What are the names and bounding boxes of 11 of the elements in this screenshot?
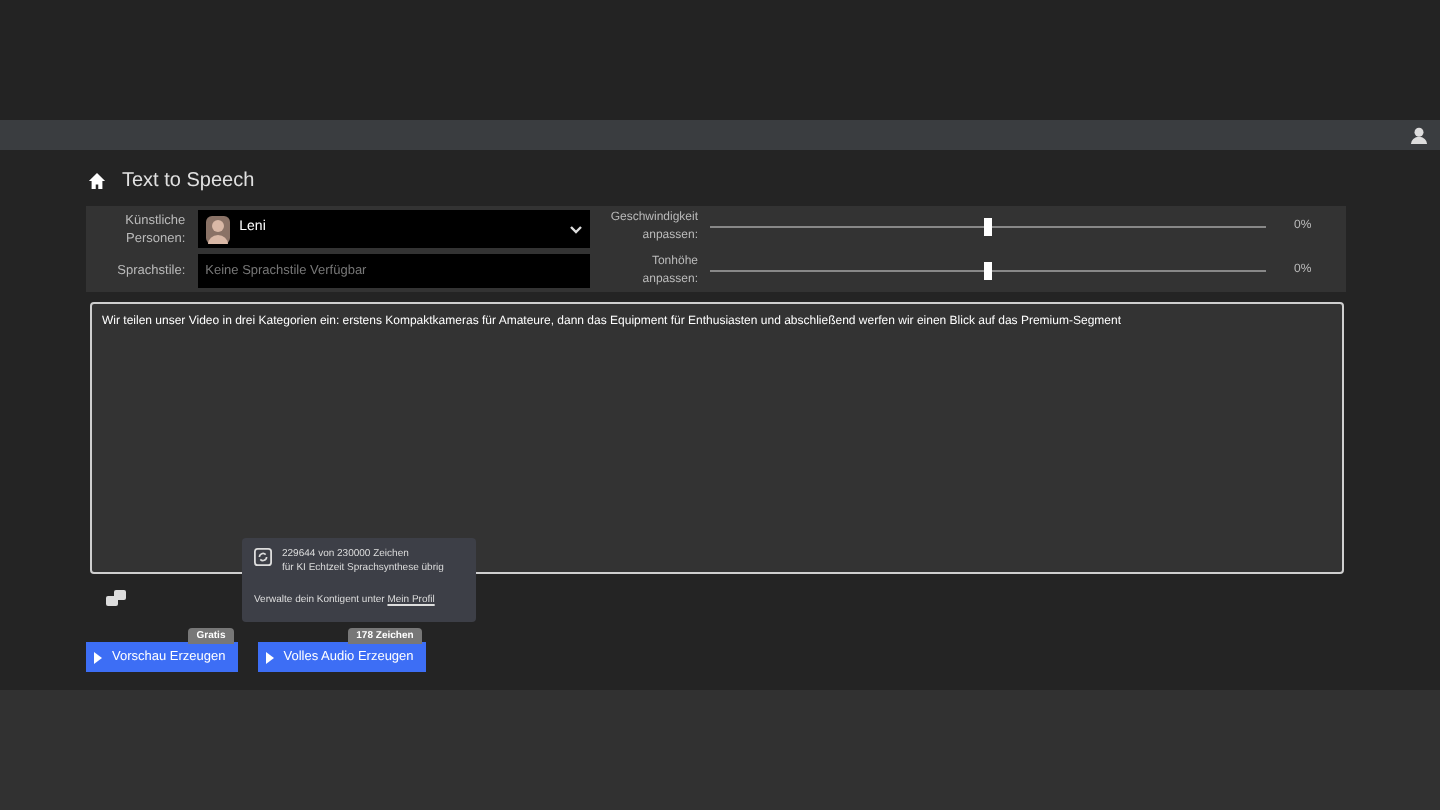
avatar-icon: [205, 215, 230, 243]
slider-thumb[interactable]: [984, 262, 992, 280]
page-title: Text to Speech: [122, 167, 255, 195]
play-icon: [94, 651, 102, 663]
play-icon: [265, 651, 274, 663]
chat-bubbles-icon[interactable]: [106, 590, 126, 608]
user-icon[interactable]: [1410, 126, 1428, 144]
slider-thumb[interactable]: [984, 218, 992, 236]
chevron-down-icon: [570, 225, 582, 233]
refresh-icon: [254, 548, 272, 566]
home-icon[interactable]: [88, 171, 106, 189]
